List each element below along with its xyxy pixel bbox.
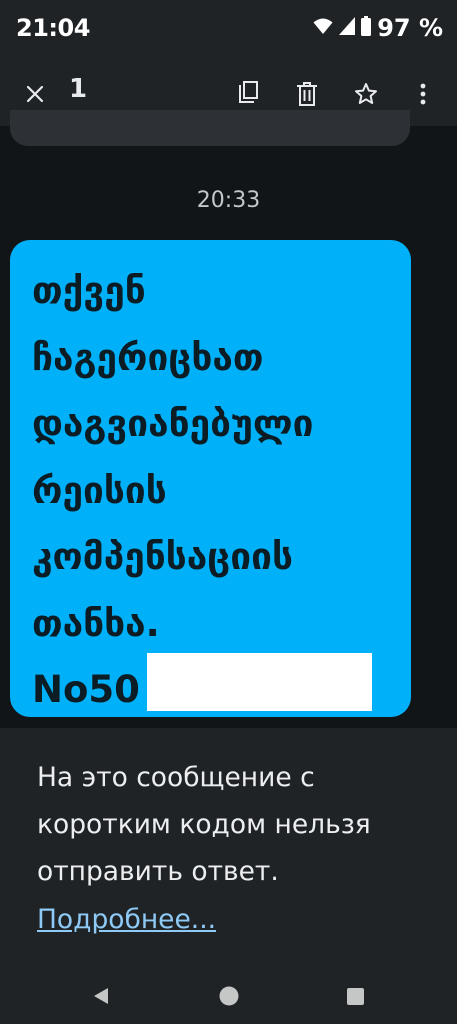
more-options-button[interactable] — [403, 74, 443, 114]
home-icon — [219, 986, 239, 1006]
status-icons: 97 % — [313, 16, 443, 40]
message-line: თანხა. — [32, 601, 160, 645]
message-timestamp: 20:33 — [196, 188, 261, 213]
reply-disabled-notice: На это сообщение с коротким кодом нельзя… — [0, 728, 457, 1024]
message-line: რეისის — [32, 468, 167, 512]
delete-button[interactable] — [287, 74, 327, 114]
message-line: ჩაგერიცხათ — [32, 335, 264, 379]
close-icon — [26, 85, 44, 103]
notice-text: На это сообщение с коротким кодом нельзя… — [37, 762, 371, 887]
signal-icon — [339, 17, 356, 39]
message-line: თქვენ — [32, 269, 146, 312]
copy-icon — [239, 81, 258, 103]
battery-icon — [361, 16, 372, 40]
navigation-bar — [0, 964, 457, 1024]
redaction-block — [147, 653, 372, 711]
star-button[interactable] — [346, 74, 386, 114]
recents-button[interactable] — [337, 978, 373, 1014]
status-bar: 21:04 97 % — [0, 0, 457, 62]
delete-icon — [297, 82, 317, 106]
status-time: 21:04 — [16, 14, 90, 42]
message-text: თქვენ ჩაგერიცხათ დაგვიანებული რეისის კომ… — [32, 258, 397, 717]
star-icon — [355, 83, 377, 104]
recents-icon — [346, 987, 364, 1005]
copy-button[interactable] — [227, 74, 267, 114]
learn-more-link[interactable]: Подробнее... — [37, 896, 216, 943]
message-line: კომპენსაციის — [32, 535, 294, 578]
home-button[interactable] — [211, 978, 247, 1014]
more-vert-icon — [420, 83, 426, 105]
battery-percentage: 97 % — [377, 14, 443, 42]
message-line: დაგვიანებული — [32, 402, 314, 445]
wifi-icon — [313, 17, 333, 39]
back-button[interactable] — [83, 978, 119, 1014]
back-icon — [94, 988, 108, 1004]
selection-count: 1 — [69, 74, 88, 104]
close-selection-button[interactable] — [15, 74, 55, 114]
message-bubble[interactable]: თქვენ ჩაგერიცხათ დაგვიანებული რეისის კომ… — [10, 240, 411, 717]
previous-message-bubble[interactable] — [10, 110, 410, 146]
